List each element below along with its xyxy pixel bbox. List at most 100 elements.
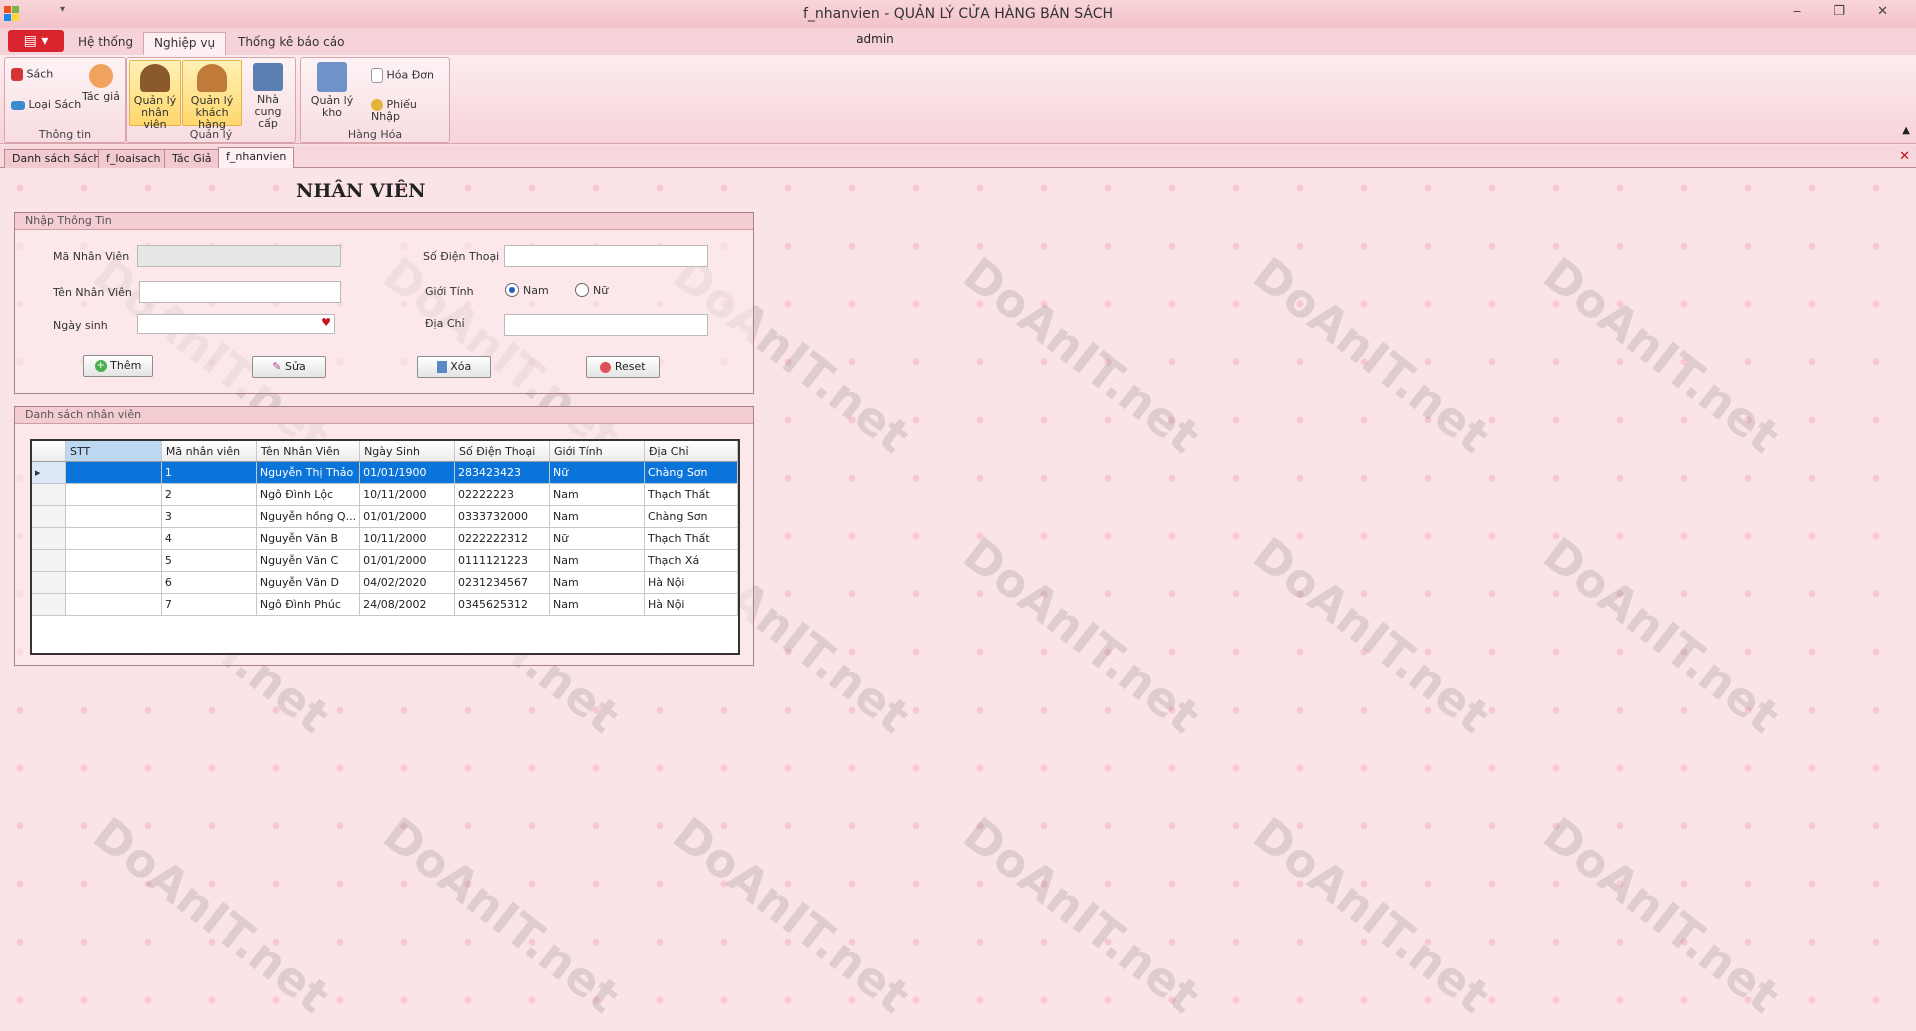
sach-button[interactable]: Sách	[11, 68, 53, 81]
doc-tab-f-nhanvien[interactable]: f_nhanvien	[218, 147, 295, 168]
cell-ma[interactable]: 6	[161, 571, 257, 594]
cell-dia-chi[interactable]: Chàng Sơn	[644, 461, 739, 484]
cell-gioi-tinh[interactable]: Nữ	[549, 461, 645, 484]
table-row[interactable]: 3 Nguyễn hồng Q... 01/01/2000 0333732000…	[32, 505, 739, 528]
cell-ten[interactable]: Nguyễn Văn B	[256, 527, 361, 550]
cell-ngay-sinh[interactable]: 01/01/2000	[359, 505, 456, 528]
cell-ten[interactable]: Nguyễn Văn C	[256, 549, 361, 572]
cell-ten[interactable]: Ngô Đình Lộc	[256, 483, 361, 506]
cell-stt[interactable]	[65, 527, 162, 550]
cell-dia-chi[interactable]: Hà Nội	[644, 593, 739, 616]
cell-stt[interactable]	[65, 505, 162, 528]
cell-sdt[interactable]: 283423423	[454, 461, 551, 484]
cell-sdt[interactable]: 0345625312	[454, 593, 551, 616]
cell-gioi-tinh[interactable]: Nam	[549, 549, 645, 572]
cell-ngay-sinh[interactable]: 01/01/2000	[359, 549, 456, 572]
date-dropdown-icon[interactable]: ♥	[321, 316, 331, 329]
table-row[interactable]: 4 Nguyễn Văn B 10/11/2000 0222222312 Nữ …	[32, 527, 739, 550]
row-header[interactable]: ▸	[32, 461, 66, 484]
so-dien-thoai-field[interactable]	[504, 245, 708, 267]
cell-gioi-tinh[interactable]: Nam	[549, 593, 645, 616]
employee-datagrid[interactable]: STT Mã nhân viên Tên Nhân Viên Ngày Sinh…	[30, 439, 740, 655]
cell-stt[interactable]	[65, 483, 162, 506]
cell-ma[interactable]: 1	[161, 461, 257, 484]
dia-chi-field[interactable]	[504, 314, 708, 336]
cell-ngay-sinh[interactable]: 01/01/1900	[359, 461, 456, 484]
quan-ly-khach-hang-button[interactable]: Quản lý khách hàng	[182, 60, 242, 131]
column-header-ma[interactable]: Mã nhân viên	[161, 441, 257, 462]
cell-stt[interactable]	[65, 549, 162, 572]
ma-nhan-vien-field[interactable]	[137, 245, 341, 267]
xoa-button[interactable]: Xóa	[417, 356, 491, 378]
row-header[interactable]	[32, 527, 66, 550]
cell-sdt[interactable]: 0111121223	[454, 549, 551, 572]
cell-ma[interactable]: 2	[161, 483, 257, 506]
cell-ma[interactable]: 4	[161, 527, 257, 550]
ngay-sinh-datepicker[interactable]: ♥	[137, 314, 335, 334]
doc-tab-danh-sach-sach[interactable]: Danh sách Sách	[4, 149, 109, 168]
cell-ngay-sinh[interactable]: 10/11/2000	[359, 527, 456, 550]
cell-ngay-sinh[interactable]: 24/08/2002	[359, 593, 456, 616]
column-header-gioi-tinh[interactable]: Giới Tính	[549, 441, 645, 462]
cell-sdt[interactable]: 0231234567	[454, 571, 551, 594]
column-header-dia-chi[interactable]: Địa Chỉ	[644, 441, 739, 462]
cell-ten[interactable]: Nguyễn Văn D	[256, 571, 361, 594]
row-header[interactable]	[32, 483, 66, 506]
cell-stt[interactable]	[65, 461, 162, 484]
cell-ma[interactable]: 3	[161, 505, 257, 528]
row-header[interactable]	[32, 505, 66, 528]
quan-ly-nhan-vien-button[interactable]: Quản lý nhân viên	[129, 60, 181, 131]
close-document-icon[interactable]: ✕	[1899, 149, 1910, 164]
cell-gioi-tinh[interactable]: Nam	[549, 483, 645, 506]
cell-stt[interactable]	[65, 593, 162, 616]
cell-gioi-tinh[interactable]: Nam	[549, 571, 645, 594]
radio-nu[interactable]	[575, 283, 589, 297]
collapse-ribbon-icon[interactable]: ▲	[1902, 125, 1910, 136]
table-row[interactable]: 2 Ngô Đình Lộc 10/11/2000 02222223 Nam T…	[32, 483, 739, 506]
hoa-don-button[interactable]: Hóa Đơn	[371, 68, 434, 83]
nha-cung-cap-button[interactable]: Nhà cung cấp	[243, 60, 293, 130]
doc-tab-f-loaisach[interactable]: f_loaisach	[98, 149, 169, 168]
column-header-sdt[interactable]: Số Điện Thoại	[454, 441, 551, 462]
reset-button[interactable]: Reset	[586, 356, 660, 378]
ribbon-group-quan-ly: Quản lý nhân viên Quản lý khách hàng Nhà…	[126, 57, 296, 143]
cell-ngay-sinh[interactable]: 10/11/2000	[359, 483, 456, 506]
cell-stt[interactable]	[65, 571, 162, 594]
cell-ten[interactable]: Nguyễn Thị Thảo	[256, 461, 361, 484]
row-header[interactable]	[32, 593, 66, 616]
cell-gioi-tinh[interactable]: Nữ	[549, 527, 645, 550]
table-row[interactable]: 7 Ngô Đình Phúc 24/08/2002 0345625312 Na…	[32, 593, 739, 616]
cell-ten[interactable]: Ngô Đình Phúc	[256, 593, 361, 616]
cell-dia-chi[interactable]: Chàng Sơn	[644, 505, 739, 528]
table-row[interactable]: 6 Nguyễn Văn D 04/02/2020 0231234567 Nam…	[32, 571, 739, 594]
phieu-nhap-button[interactable]: Phiếu Nhập	[371, 99, 449, 123]
cell-sdt[interactable]: 02222223	[454, 483, 551, 506]
tac-gia-button[interactable]: Tác giả	[81, 64, 121, 103]
cell-sdt[interactable]: 0333732000	[454, 505, 551, 528]
window-controls[interactable]: ‒ ❐ ✕	[1793, 4, 1902, 19]
row-header[interactable]	[32, 571, 66, 594]
cell-dia-chi[interactable]: Thạch Xá	[644, 549, 739, 572]
cell-dia-chi[interactable]: Hà Nội	[644, 571, 739, 594]
cell-sdt[interactable]: 0222222312	[454, 527, 551, 550]
cell-ma[interactable]: 7	[161, 593, 257, 616]
cell-gioi-tinh[interactable]: Nam	[549, 505, 645, 528]
cell-ma[interactable]: 5	[161, 549, 257, 572]
column-header-stt[interactable]: STT	[65, 441, 162, 462]
cell-dia-chi[interactable]: Thạch Thất	[644, 527, 739, 550]
quan-ly-kho-button[interactable]: Quản lý kho	[303, 62, 361, 119]
loai-sach-button[interactable]: Loại Sách	[11, 99, 81, 111]
sua-button[interactable]: ✎ Sửa	[252, 356, 326, 378]
cell-ten[interactable]: Nguyễn hồng Q...	[256, 505, 361, 528]
row-header[interactable]	[32, 549, 66, 572]
them-button[interactable]: + Thêm	[83, 355, 153, 377]
column-header-ten[interactable]: Tên Nhân Viên	[256, 441, 361, 462]
table-row[interactable]: ▸ 1 Nguyễn Thị Thảo 01/01/1900 283423423…	[32, 461, 739, 484]
table-row[interactable]: 5 Nguyễn Văn C 01/01/2000 0111121223 Nam…	[32, 549, 739, 572]
ten-nhan-vien-field[interactable]	[139, 281, 341, 303]
doc-tab-tac-gia[interactable]: Tác Giả	[164, 149, 220, 168]
cell-ngay-sinh[interactable]: 04/02/2020	[359, 571, 456, 594]
column-header-ngay-sinh[interactable]: Ngày Sinh	[359, 441, 456, 462]
cell-dia-chi[interactable]: Thạch Thất	[644, 483, 739, 506]
radio-nam[interactable]	[505, 283, 519, 297]
